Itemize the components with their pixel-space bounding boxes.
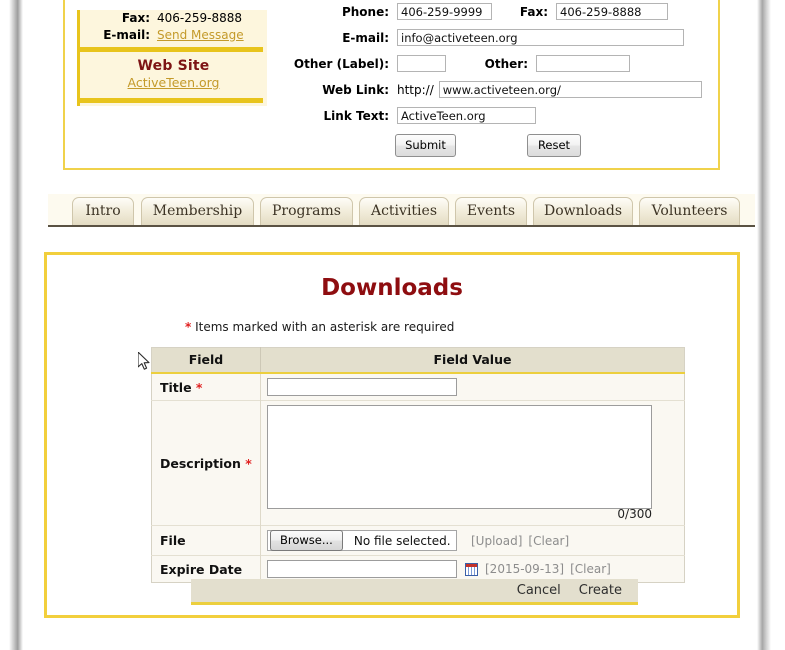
expire-date-clear-link[interactable]: [Clear]: [570, 562, 611, 576]
info-row-email: E-mail: Send Message: [80, 27, 267, 44]
expire-date-group: [2015-09-13] [Clear]: [267, 560, 678, 578]
cancel-button[interactable]: Cancel: [517, 583, 561, 598]
description-textarea[interactable]: [267, 405, 652, 509]
contact-details-panel: Fax: 406-259-8888 E-mail: Send Message W…: [63, 0, 720, 170]
file-clear-link[interactable]: [Clear]: [528, 534, 569, 548]
email-label: E-mail:: [103, 28, 150, 42]
tab-events[interactable]: Events: [455, 197, 527, 225]
linktext-label: Link Text:: [323, 108, 389, 123]
label-cell-description: Description *: [151, 400, 261, 526]
header-field-value: Field Value: [260, 347, 685, 374]
form-row-linktext: Link Text: ActiveTeen.org: [277, 106, 717, 125]
organization-info-card: Fax: 406-259-8888 E-mail: Send Message W…: [77, 10, 267, 106]
form-row-email: E-mail: info@activeteen.org: [277, 28, 717, 47]
expire-date-today-link[interactable]: [2015-09-13]: [485, 562, 564, 576]
submit-button[interactable]: Submit: [395, 134, 456, 157]
value-cell-file: Browse... No file selected. [Upload] [Cl…: [260, 525, 685, 556]
file-label: File: [160, 533, 186, 548]
other-label: Other:: [484, 56, 528, 71]
divider-gold-bottom: [80, 98, 263, 103]
description-char-counter: 0/300: [617, 507, 652, 521]
tab-membership[interactable]: Membership: [141, 197, 254, 225]
tab-programs[interactable]: Programs: [260, 197, 353, 225]
fax-input[interactable]: 406-259-8888: [556, 3, 668, 20]
reset-button[interactable]: Reset: [527, 134, 581, 157]
weblink-label: Web Link:: [322, 82, 389, 97]
phone-input[interactable]: 406-259-9999: [397, 3, 492, 20]
other-label-input[interactable]: [397, 55, 446, 72]
website-heading: Web Site: [137, 58, 210, 74]
tab-underline: [48, 225, 755, 227]
form-row-phone-fax: Phone: 406-259-9999 Fax: 406-259-8888: [277, 2, 717, 21]
fax-label: Fax:: [121, 11, 150, 25]
fax-value: 406-259-8888: [157, 11, 243, 25]
phone-label: Phone:: [341, 4, 389, 19]
value-cell-title: [260, 372, 685, 401]
section-tabs: Intro Membership Programs Activities Eve…: [48, 194, 755, 227]
linktext-input[interactable]: ActiveTeen.org: [397, 107, 536, 124]
table-row-file: File Browse... No file selected. [Upload…: [151, 525, 685, 556]
tab-activities[interactable]: Activities: [359, 197, 449, 225]
file-status-text: No file selected.: [353, 533, 451, 548]
expire-date-label: Expire Date: [160, 561, 243, 577]
title-input[interactable]: [267, 378, 457, 396]
value-cell-description: 0/300: [260, 400, 685, 526]
tab-downloads[interactable]: Downloads: [533, 197, 633, 225]
description-required-asterisk-icon: *: [245, 455, 252, 471]
tab-intro[interactable]: Intro: [72, 197, 134, 225]
page-title: Downloads: [321, 275, 463, 301]
other-input[interactable]: [536, 55, 630, 72]
browser-page: Fax: 406-259-8888 E-mail: Send Message W…: [0, 0, 785, 650]
file-input[interactable]: Browse... No file selected.: [267, 530, 457, 551]
email-label-form: E-mail:: [342, 30, 389, 45]
other-label-label: Other (Label):: [293, 56, 389, 71]
page-left-shadow: [9, 0, 23, 650]
upload-link[interactable]: [Upload]: [471, 534, 522, 548]
table-header-row: Field Field Value: [151, 347, 685, 374]
table-row-description: Description * 0/300: [151, 400, 685, 526]
browse-button[interactable]: Browse...: [270, 530, 343, 551]
weblink-protocol: http://: [397, 82, 434, 97]
form-action-bar: Cancel Create: [191, 579, 638, 605]
website-block: Web Site ActiveTeen.org: [80, 55, 267, 95]
title-label: Title: [160, 379, 192, 395]
contact-edit-form: Phone: 406-259-9999 Fax: 406-259-8888 E-…: [277, 2, 717, 164]
header-field: Field: [151, 347, 261, 374]
expire-date-input[interactable]: [267, 560, 457, 578]
table-row-title: Title *: [151, 372, 685, 401]
info-row-fax: Fax: 406-259-8888: [80, 10, 267, 27]
downloads-panel: Downloads * Items marked with an asteris…: [44, 252, 740, 618]
required-fields-note: * Items marked with an asterisk are requ…: [185, 320, 737, 334]
form-row-weblink: Web Link: http:// www.activeteen.org/: [277, 80, 717, 99]
description-label: Description: [160, 455, 241, 471]
title-required-asterisk-icon: *: [195, 379, 203, 395]
file-picker-group: Browse... No file selected. [Upload] [Cl…: [267, 530, 678, 551]
divider-gold-top: [80, 47, 263, 52]
weblink-input[interactable]: www.activeteen.org/: [438, 81, 702, 98]
email-input[interactable]: info@activeteen.org: [397, 29, 684, 46]
required-note-text: Items marked with an asterisk are requir…: [195, 320, 455, 334]
send-message-link[interactable]: Send Message: [157, 28, 244, 42]
required-asterisk-icon: *: [185, 320, 192, 334]
create-button[interactable]: Create: [579, 583, 622, 598]
page-content: Fax: 406-259-8888 E-mail: Send Message W…: [24, 0, 755, 650]
tab-volunteers[interactable]: Volunteers: [639, 197, 740, 225]
download-form-table: Field Field Value Title * Description * …: [151, 347, 685, 583]
label-cell-file: File: [151, 525, 261, 556]
form-row-other: Other (Label): Other:: [277, 54, 717, 73]
page-right-shadow: [757, 0, 771, 650]
calendar-icon[interactable]: [465, 562, 478, 576]
form-row-buttons: Submit Reset: [277, 134, 717, 157]
label-cell-title: Title *: [151, 372, 261, 401]
website-link[interactable]: ActiveTeen.org: [80, 75, 267, 90]
fax-label-form: Fax:: [519, 4, 548, 19]
